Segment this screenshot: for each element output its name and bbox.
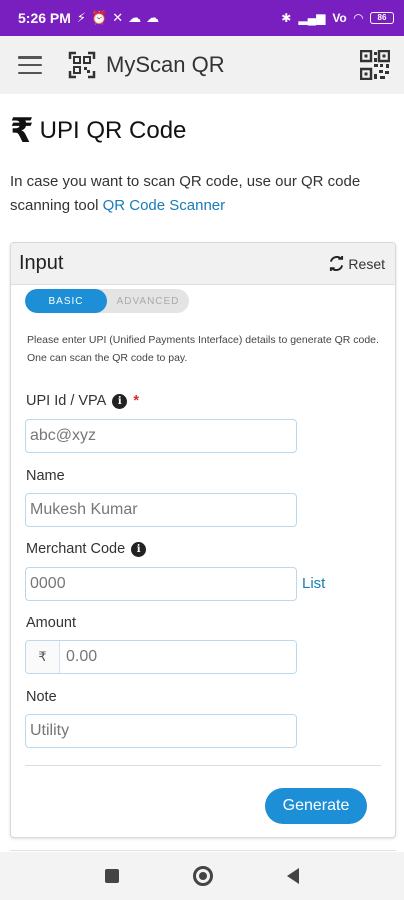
name-input[interactable] xyxy=(25,493,297,527)
upi-id-input[interactable] xyxy=(25,419,297,453)
note-input[interactable] xyxy=(25,714,297,748)
app-title: MyScan QR xyxy=(106,52,225,77)
mode-toggle: BASIC ADVANCED xyxy=(25,289,189,313)
upi-id-label-text: UPI Id / VPA xyxy=(26,393,107,409)
volte-icon: Vo xyxy=(332,11,347,25)
brand: MyScan QR xyxy=(68,51,225,79)
tab-basic[interactable]: BASIC xyxy=(25,289,107,313)
status-time: 5:26 PM xyxy=(18,10,71,26)
note-label-text: Note xyxy=(26,689,57,705)
signal-icon: ▂▄▆ xyxy=(298,11,326,25)
page-heading: ₹ UPI QR Code xyxy=(10,114,186,148)
merchant-list-link[interactable]: List xyxy=(302,575,325,592)
refresh-icon xyxy=(330,256,344,271)
card-header: Input Reset xyxy=(11,243,395,285)
notification-icon: ☁ xyxy=(128,10,142,25)
tab-advanced[interactable]: ADVANCED xyxy=(107,289,189,313)
status-left: 5:26 PM ⚡ ⏰ ✕ ☁ ☁ xyxy=(18,10,159,26)
home-icon[interactable] xyxy=(193,866,213,886)
merchant-code-label: Merchant Code i xyxy=(26,541,147,557)
reset-label: Reset xyxy=(348,255,385,272)
amount-input[interactable] xyxy=(60,641,296,673)
name-label-text: Name xyxy=(26,468,65,484)
currency-prefix: ₹ xyxy=(26,641,60,673)
status-bar: 5:26 PM ⚡ ⏰ ✕ ☁ ☁ ✱ ▂▄▆ Vo ◠ 86 xyxy=(0,0,404,36)
qr-code-scanner-link[interactable]: QR Code Scanner xyxy=(103,197,226,214)
generate-button[interactable]: Generate xyxy=(265,788,367,824)
alarm-icon: ⏰ xyxy=(91,10,108,25)
battery-icon: 86 xyxy=(370,12,394,24)
amount-label-text: Amount xyxy=(26,615,76,631)
scan-logo-icon xyxy=(68,51,96,79)
required-mark: * xyxy=(133,393,139,409)
upi-id-label: UPI Id / VPA i * xyxy=(26,393,139,409)
hamburger-menu-icon[interactable] xyxy=(18,56,42,74)
bluetooth-icon: ✱ xyxy=(281,11,292,25)
recent-apps-icon[interactable] xyxy=(105,869,119,883)
info-icon[interactable]: i xyxy=(131,541,147,557)
missed-call-icon: ✕ xyxy=(112,10,124,25)
qr-code-icon[interactable] xyxy=(360,50,390,80)
help-text: Please enter UPI (Unified Payments Inter… xyxy=(27,334,379,364)
status-notification-icons: ⚡ ⏰ ✕ ☁ ☁ xyxy=(77,10,159,26)
notification-icon-2: ☁ xyxy=(146,10,160,25)
card-title: Input xyxy=(19,252,64,274)
merchant-code-label-text: Merchant Code xyxy=(26,541,126,557)
wifi-icon: ◠ xyxy=(353,11,363,25)
page-title: UPI QR Code xyxy=(39,117,187,144)
info-icon[interactable]: i xyxy=(112,393,128,409)
name-label: Name xyxy=(26,468,65,484)
merchant-code-input[interactable] xyxy=(25,567,297,601)
note-label: Note xyxy=(26,689,57,705)
input-card: Input Reset BASIC ADVANCED Please enter … xyxy=(10,242,396,838)
intro-text: In case you want to scan QR code, use ou… xyxy=(10,170,394,218)
back-icon[interactable] xyxy=(287,868,299,884)
system-nav-bar xyxy=(0,852,404,900)
reset-button[interactable]: Reset xyxy=(329,256,385,272)
flash-icon: ⚡ xyxy=(76,10,87,25)
amount-input-group: ₹ xyxy=(25,640,297,674)
app-bar: MyScan QR xyxy=(0,36,404,94)
status-right: ✱ ▂▄▆ Vo ◠ 86 xyxy=(281,11,394,25)
rupee-icon: ₹ xyxy=(10,112,34,150)
divider xyxy=(25,765,381,766)
amount-label: Amount xyxy=(26,615,76,631)
